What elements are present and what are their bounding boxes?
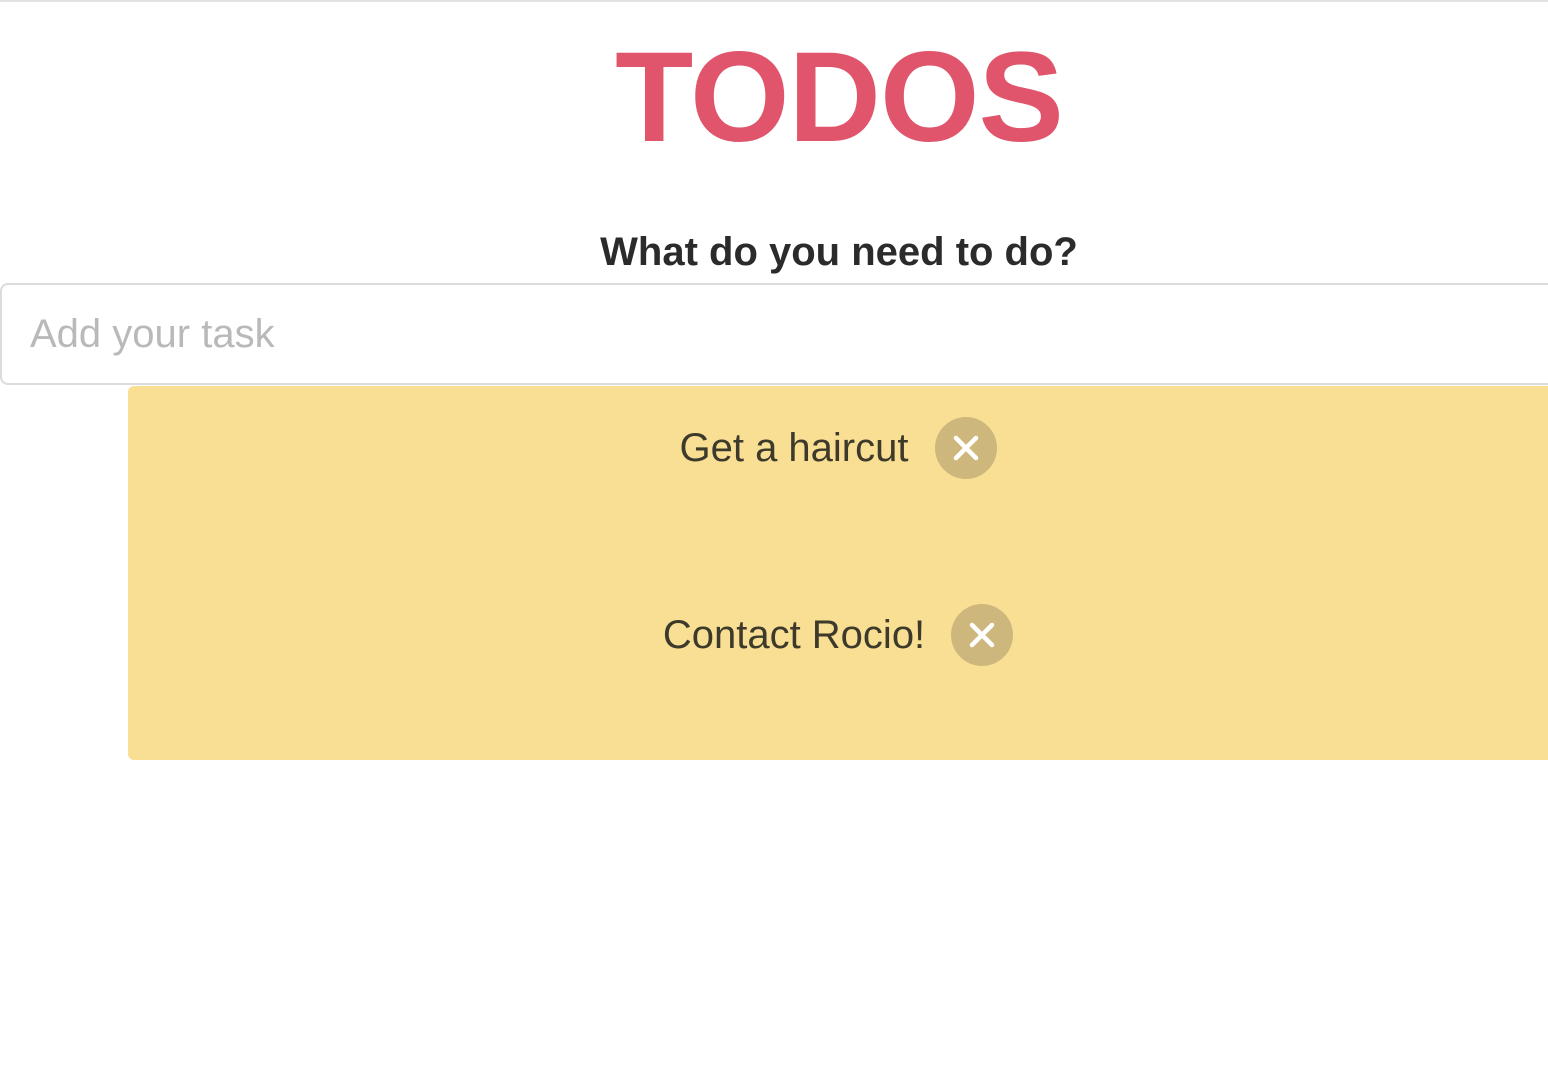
remove-todo-button[interactable] [951, 604, 1014, 666]
top-divider [0, 0, 1548, 2]
close-icon [953, 435, 978, 461]
todo-item-text: Get a haircut [679, 426, 909, 470]
task-prompt-label: What do you need to do? [600, 230, 1078, 274]
todo-list: Get a haircut Contact Rocio! [128, 386, 1548, 760]
close-icon [969, 622, 995, 648]
page-title: TODOS [615, 26, 1064, 169]
todo-item-text: Contact Rocio! [662, 613, 926, 657]
task-input[interactable] [0, 283, 1548, 385]
remove-todo-button[interactable] [934, 417, 997, 479]
todo-item: Get a haircut [128, 417, 1548, 479]
todo-item: Contact Rocio! [128, 604, 1548, 666]
